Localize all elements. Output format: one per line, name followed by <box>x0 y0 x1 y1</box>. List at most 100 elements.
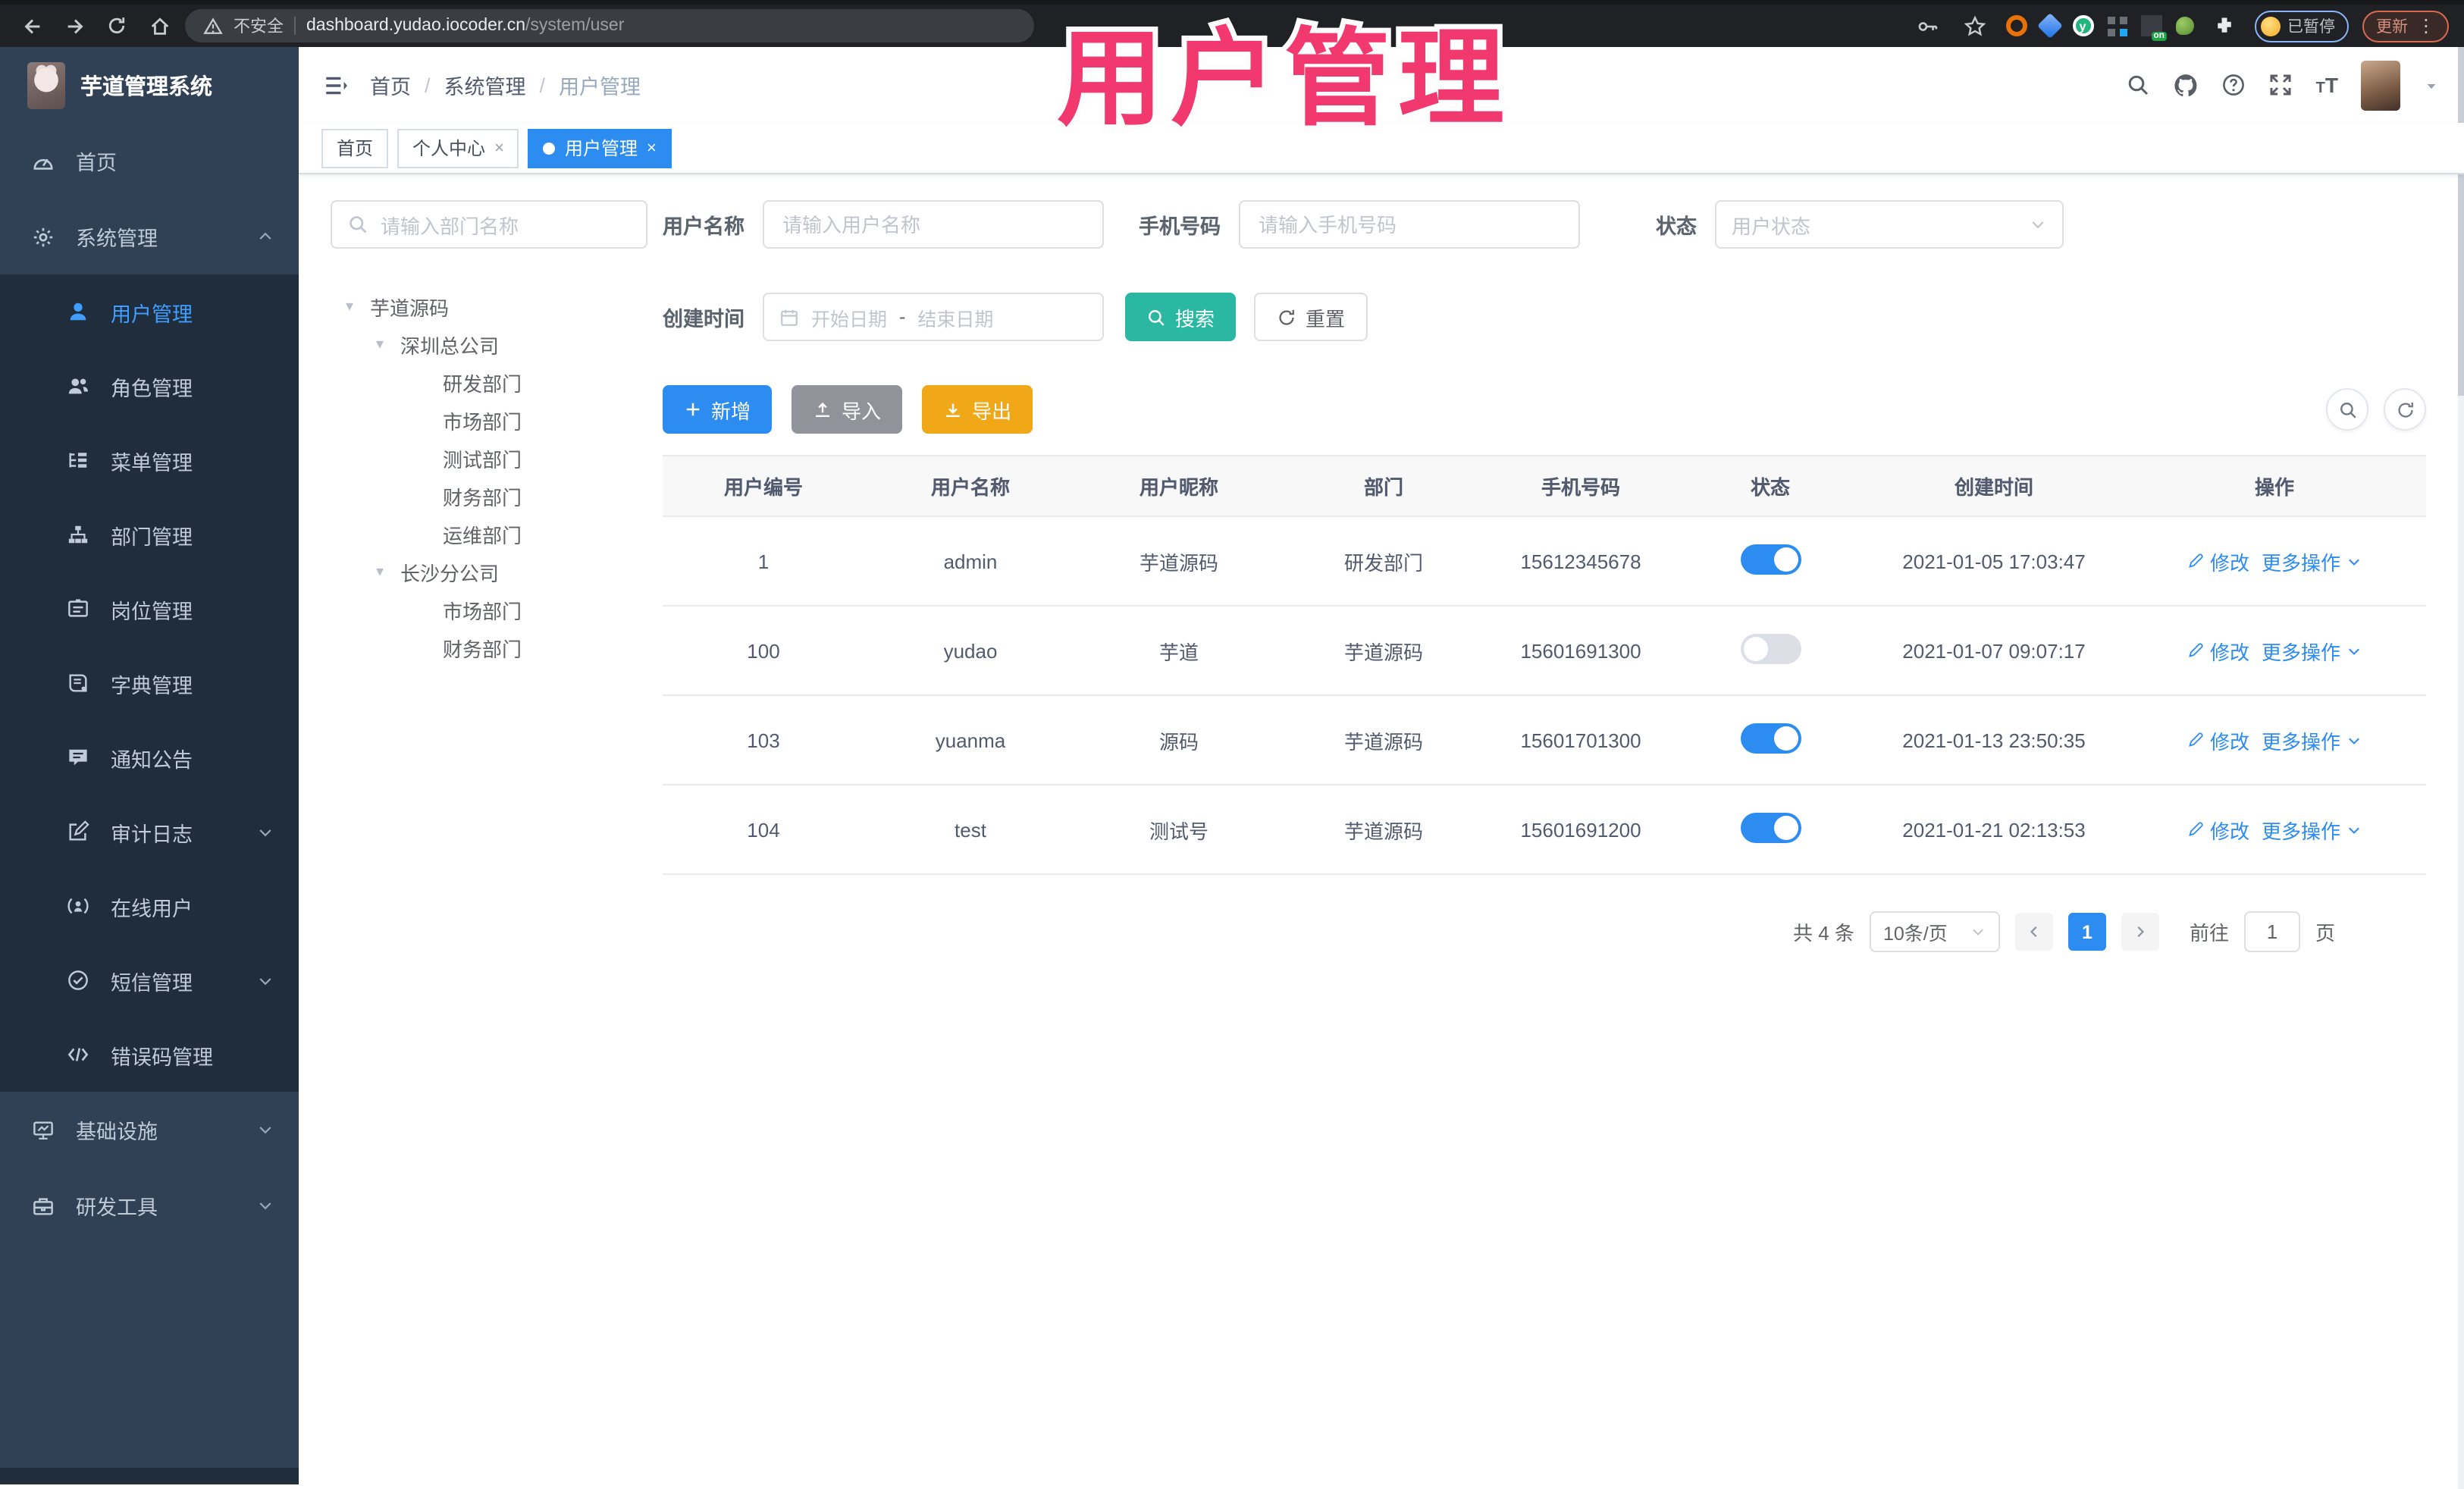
github-icon[interactable] <box>2174 72 2199 98</box>
tree-caret-icon[interactable]: ▾ <box>376 337 391 353</box>
status-toggle[interactable] <box>1740 723 1801 753</box>
sidebar-item-home[interactable]: 首页 <box>0 123 299 199</box>
browser-update-button[interactable]: 更新 ⋮ <box>2362 10 2449 42</box>
edit-link[interactable]: 修改 <box>2187 726 2249 754</box>
browser-reload-button[interactable] <box>100 9 133 42</box>
sidebar-group-dev-tools[interactable]: 研发工具 <box>0 1168 299 1243</box>
browser-back-button[interactable] <box>15 9 49 42</box>
browser-forward-button[interactable] <box>58 9 91 42</box>
sidebar-group-system[interactable]: 系统管理 <box>0 199 299 274</box>
scrollbar-thumb[interactable] <box>2458 47 2464 396</box>
mobile-input[interactable] <box>1239 200 1580 249</box>
prev-page-button[interactable] <box>2014 913 2053 951</box>
goto-page-input[interactable] <box>2243 911 2300 952</box>
breadcrumb-system[interactable]: 系统管理 <box>444 70 526 100</box>
profile-paused-badge[interactable]: 已暂停 <box>2254 10 2349 42</box>
tab-home[interactable]: 首页 <box>321 128 389 168</box>
dept-tree-node[interactable]: ▾ 深圳总公司 <box>331 326 647 364</box>
tree-caret-icon[interactable]: ▾ <box>376 564 391 581</box>
sidebar-item-online-users[interactable]: 在线用户 <box>0 869 299 943</box>
dept-tree-node[interactable]: 运维部门 <box>331 516 647 553</box>
sidebar-item-dept-management[interactable]: 部门管理 <box>0 497 299 572</box>
reset-button[interactable]: 重置 <box>1254 293 1368 341</box>
avatar-caret-icon[interactable] <box>2423 77 2440 93</box>
tab-profile[interactable]: 个人中心 × <box>397 128 519 168</box>
more-actions-link[interactable]: 更多操作 <box>2262 726 2362 754</box>
font-size-icon[interactable]: TT <box>2316 73 2338 97</box>
status-select[interactable]: 用户状态 <box>1715 200 2064 249</box>
browser-home-button[interactable] <box>143 9 176 42</box>
search-icon[interactable] <box>2127 73 2151 97</box>
import-button[interactable]: 导入 <box>792 385 903 434</box>
chevron-down-icon <box>256 823 274 841</box>
dept-tree-node[interactable]: 市场部门 <box>331 402 647 440</box>
sidebar-group-audit-log[interactable]: 审计日志 <box>0 795 299 869</box>
fullscreen-icon[interactable] <box>2269 73 2293 97</box>
search-button[interactable]: 搜索 <box>1125 293 1237 341</box>
cell-nickname: 芋道 <box>1158 641 1199 663</box>
extension-icon-leaf[interactable] <box>2175 17 2193 35</box>
app-logo[interactable]: 芋道管理系统 <box>0 47 299 123</box>
next-page-button[interactable] <box>2121 913 2159 951</box>
chevron-down-icon <box>256 971 274 989</box>
extension-icon-grid[interactable] <box>2107 16 2127 36</box>
page-size-select[interactable]: 10条/页 <box>1869 911 2000 952</box>
bookmark-star-icon[interactable] <box>1958 9 1992 42</box>
address-bar[interactable]: 不安全 dashboard.yudao.iocoder.cn/system/us… <box>185 9 1034 42</box>
extension-icon-orange[interactable] <box>2005 15 2027 36</box>
help-icon[interactable] <box>2222 73 2246 97</box>
breadcrumb-home[interactable]: 首页 <box>370 70 411 100</box>
dept-tree-node[interactable]: 财务部门 <box>331 478 647 516</box>
close-icon[interactable]: × <box>494 139 504 157</box>
edit-link[interactable]: 修改 <box>2187 547 2249 575</box>
page-number-1[interactable]: 1 <box>2067 913 2106 951</box>
refresh-table-button[interactable] <box>2384 388 2426 431</box>
comment-icon <box>67 746 89 769</box>
sidebar-item-user-management[interactable]: 用户管理 <box>0 274 299 349</box>
sidebar-group-infrastructure[interactable]: 基础设施 <box>0 1092 299 1168</box>
dept-tree-node[interactable]: 测试部门 <box>331 440 647 478</box>
dept-tree-node[interactable]: 财务部门 <box>331 629 647 667</box>
edit-link[interactable]: 修改 <box>2187 636 2249 665</box>
goto-label: 前往 <box>2189 922 2229 945</box>
dept-tree-node[interactable]: ▾ 芋道源码 <box>331 288 647 326</box>
sidebar-item-post-management[interactable]: 岗位管理 <box>0 572 299 646</box>
tree-caret-icon[interactable]: ▾ <box>346 299 361 315</box>
dept-tree-node[interactable]: 市场部门 <box>331 591 647 629</box>
sidebar-item-error-code[interactable]: 错误码管理 <box>0 1017 299 1092</box>
more-actions-link[interactable]: 更多操作 <box>2262 815 2362 844</box>
sidebar-item-role-management[interactable]: 角色管理 <box>0 349 299 423</box>
status-toggle[interactable] <box>1740 544 1801 574</box>
password-key-icon[interactable] <box>1911 9 1945 42</box>
more-actions-link[interactable]: 更多操作 <box>2262 547 2362 575</box>
close-icon[interactable]: × <box>647 139 657 157</box>
dept-search-input[interactable]: 请输入部门名称 <box>331 200 647 249</box>
username-input[interactable] <box>763 200 1104 249</box>
extension-icon-green-y[interactable]: y <box>2072 15 2093 36</box>
more-actions-link[interactable]: 更多操作 <box>2262 636 2362 665</box>
extension-icon-switch[interactable]: on <box>2140 15 2166 41</box>
export-button[interactable]: 导出 <box>922 385 1033 434</box>
sidebar-item-notice[interactable]: 通知公告 <box>0 720 299 795</box>
sidebar-item-menu-management[interactable]: 菜单管理 <box>0 423 299 497</box>
extension-icon-gem[interactable] <box>2036 13 2062 39</box>
window-scrollbar[interactable] <box>2458 47 2464 1489</box>
status-toggle[interactable] <box>1740 812 1801 842</box>
date-range-picker[interactable]: 开始日期 - 结束日期 <box>763 293 1104 341</box>
dept-tree-node[interactable]: 研发部门 <box>331 364 647 402</box>
user-avatar[interactable] <box>2361 60 2400 110</box>
cell-mobile: 15601701300 <box>1520 729 1641 751</box>
sidebar-collapse-button[interactable] <box>323 72 349 98</box>
status-toggle[interactable] <box>1740 633 1801 663</box>
cell-create-time: 2021-01-05 17:03:47 <box>1902 550 2086 572</box>
sidebar-item-dict-management[interactable]: 字典管理 <box>0 646 299 720</box>
extensions-puzzle-icon[interactable] <box>2207 9 2240 42</box>
sidebar-group-sms[interactable]: 短信管理 <box>0 943 299 1017</box>
add-button[interactable]: 新增 <box>663 385 773 434</box>
toggle-search-button[interactable] <box>2326 388 2368 431</box>
dept-tree-node[interactable]: ▾ 长沙分公司 <box>331 553 647 591</box>
edit-link[interactable]: 修改 <box>2187 815 2249 844</box>
browser-menu-dots-icon: ⋮ <box>2417 15 2435 36</box>
chevron-down-icon <box>2345 821 2362 838</box>
tab-user-management[interactable]: 用户管理 × <box>528 128 672 168</box>
